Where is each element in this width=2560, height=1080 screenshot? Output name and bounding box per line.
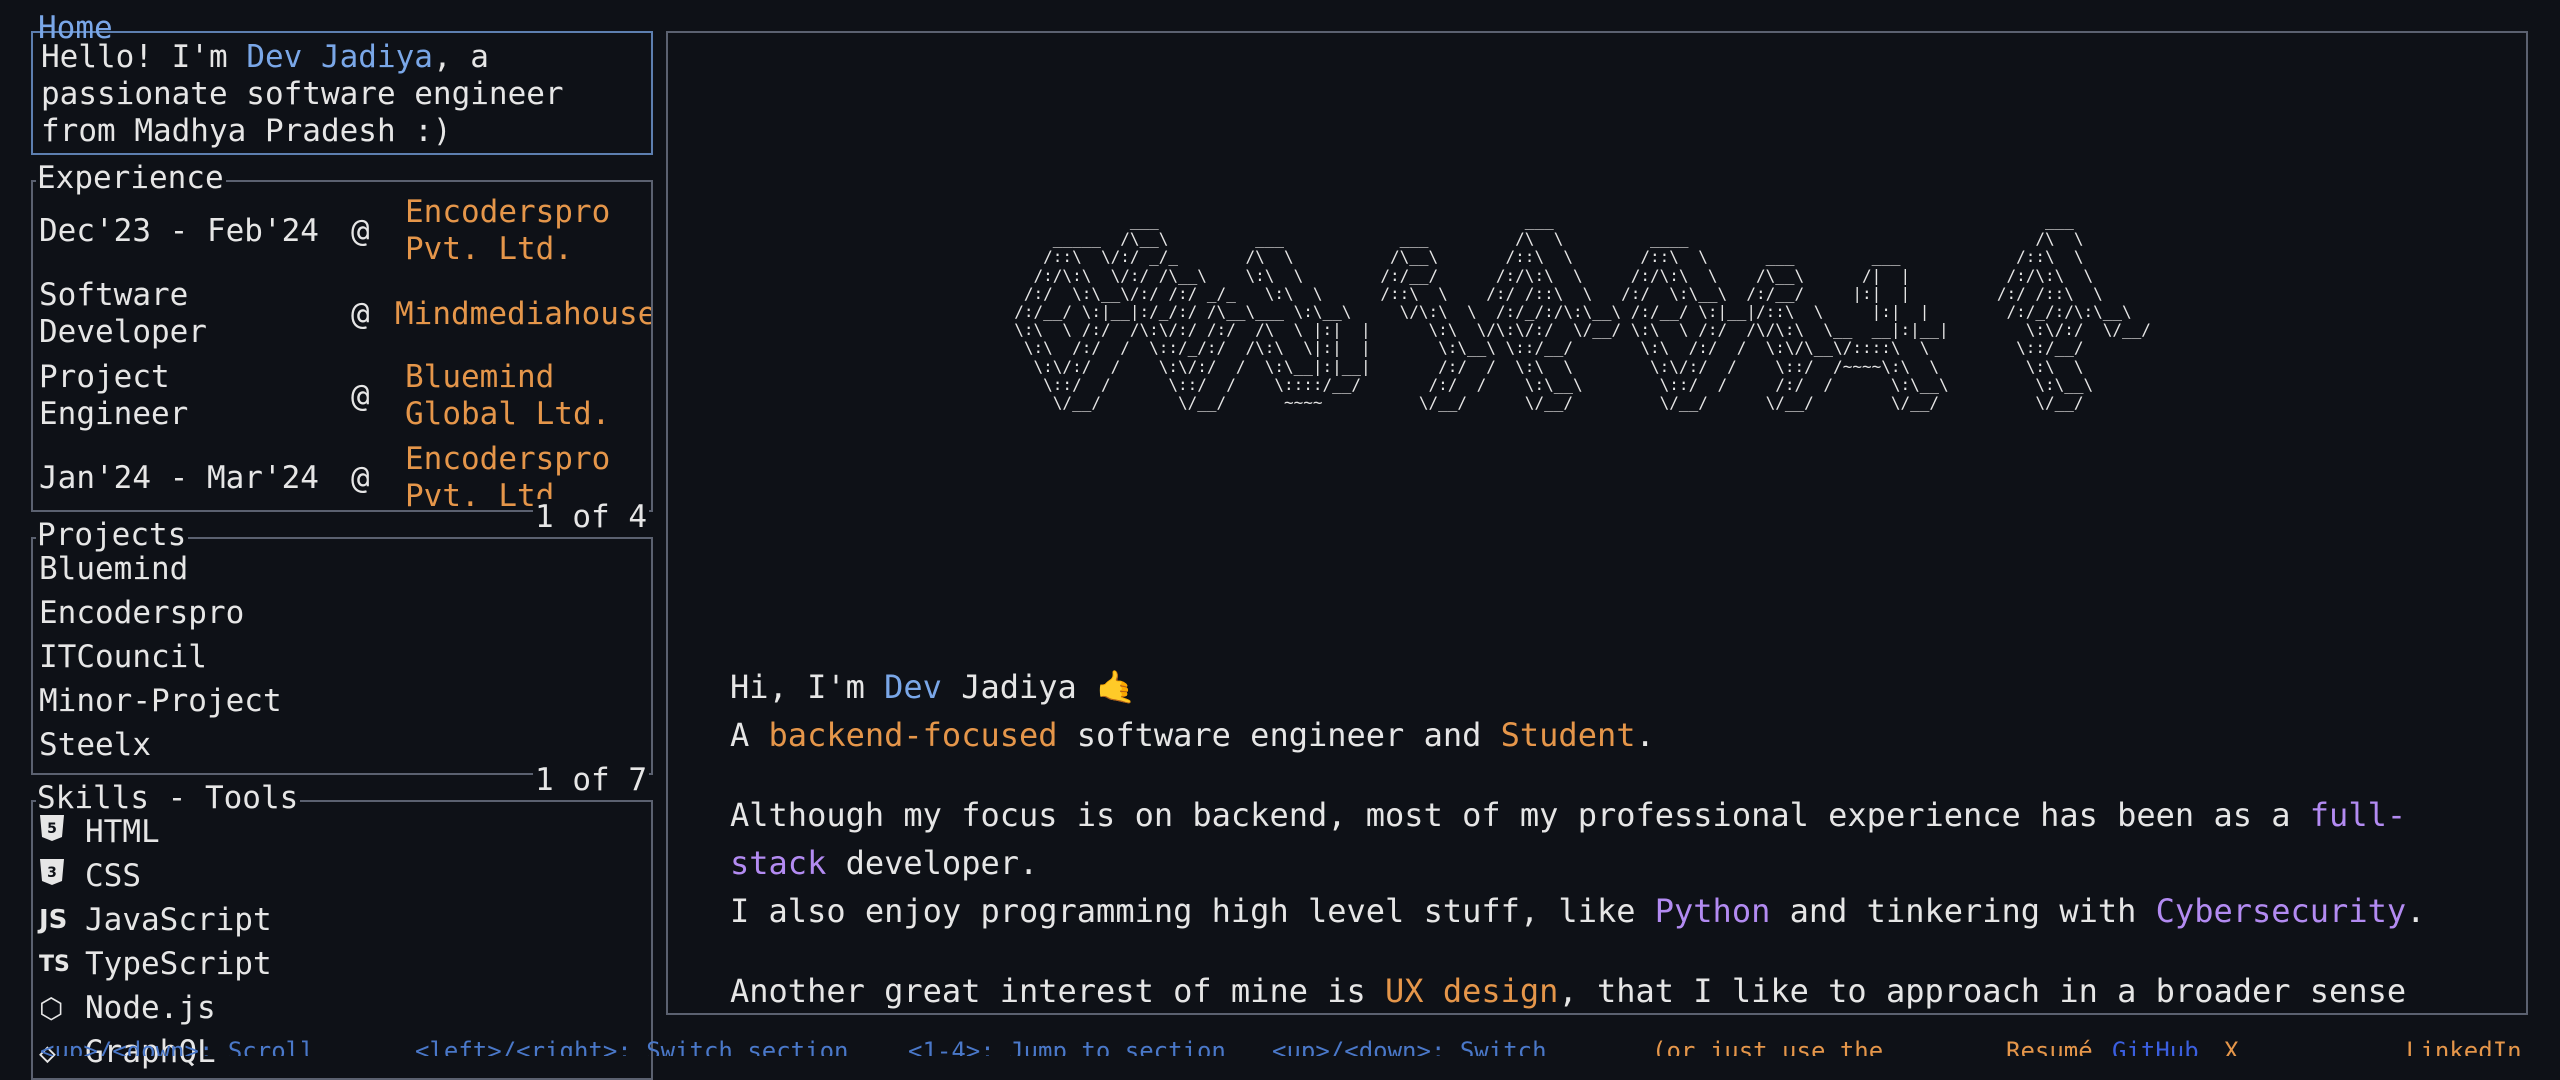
home-panel[interactable]: Home Hello! I'm Dev Jadiya, a passionate… bbox=[31, 10, 653, 155]
paragraph-text: Another great interest of mine is bbox=[730, 972, 1386, 1010]
full-stack-highlight: stack bbox=[730, 844, 827, 882]
experience-panel[interactable]: Experience Dec'23 - Feb'24 @ Encoderspro… bbox=[31, 160, 653, 536]
project-item-minor-project[interactable]: Minor-Project bbox=[39, 683, 282, 720]
ux-design-highlight: UX design bbox=[1385, 972, 1559, 1010]
paragraph-text: and tinkering with bbox=[1770, 892, 2156, 930]
role-line: A backend-focused software engineer and … bbox=[730, 711, 2490, 759]
hint-switch: <up>/<down>: Switch bbox=[1272, 1037, 1547, 1056]
resume-link[interactable]: Resumé bbox=[2006, 1036, 2093, 1056]
skill-label: HTML bbox=[85, 814, 160, 850]
experience-counter: 1 of 4 bbox=[533, 499, 649, 536]
intro-prefix: Hi, I'm bbox=[730, 668, 885, 706]
footer-hints: <up>/<down>: Scroll <left>/<right>: Swit… bbox=[0, 1036, 2560, 1056]
x-link[interactable]: X bbox=[2224, 1036, 2238, 1056]
role-text: . bbox=[1635, 716, 1655, 754]
paragraph-text: I also enjoy programming high level stuf… bbox=[730, 892, 1655, 930]
greeting-line3: from Madhya Pradesh :) bbox=[41, 113, 452, 149]
skill-label: Node.js bbox=[85, 990, 216, 1026]
hint-scroll: <up>/<down>: Scroll bbox=[40, 1037, 315, 1056]
skill-label: TypeScript bbox=[85, 946, 272, 982]
role-text: A bbox=[730, 716, 769, 754]
greeting-suffix: , a bbox=[432, 39, 489, 75]
paragraph-interests: I also enjoy programming high level stuf… bbox=[730, 887, 2490, 935]
javascript-icon: JS bbox=[39, 905, 68, 935]
at-sign: @ bbox=[351, 295, 370, 332]
role-text: software engineer and bbox=[1057, 716, 1501, 754]
call-me-hand-icon: 🤙 bbox=[1096, 668, 1136, 706]
greeting-line2: passionate software engineer bbox=[41, 76, 564, 112]
projects-panel[interactable]: Projects Bluemind Encoderspro ITCouncil … bbox=[31, 517, 653, 799]
python-highlight: Python bbox=[1654, 892, 1771, 930]
nodejs-icon: ⬡ bbox=[39, 992, 64, 1025]
experience-date: Dec'23 - Feb'24 bbox=[39, 212, 319, 249]
at-sign: @ bbox=[351, 459, 370, 496]
backend-focused-highlight: backend-focused bbox=[768, 716, 1058, 754]
skill-item: JS JavaScript bbox=[39, 902, 272, 939]
hint-jump-section: <1-4>: Jump to section bbox=[908, 1037, 1226, 1056]
typescript-icon: TS bbox=[39, 952, 70, 977]
skill-item: ⬡ Node.js bbox=[39, 990, 216, 1027]
paragraph-text: developer. bbox=[826, 844, 1039, 882]
github-link[interactable]: GitHub bbox=[2112, 1036, 2199, 1056]
skill-item: 3 CSS bbox=[39, 858, 141, 898]
experience-item[interactable]: Project Engineer @ Bluemind Global Ltd. bbox=[39, 359, 651, 433]
skills-title: Skills - Tools bbox=[36, 780, 301, 817]
paragraph-text: . bbox=[2406, 892, 2426, 930]
svg-text:5: 5 bbox=[47, 821, 57, 837]
skill-item: 5 HTML bbox=[39, 814, 160, 854]
student-highlight: Student bbox=[1500, 716, 1636, 754]
experience-date: Jan'24 - Mar'24 bbox=[39, 459, 319, 496]
projects-title: Projects bbox=[36, 517, 189, 554]
intro-first-name: Dev bbox=[884, 668, 942, 706]
linkedin-link[interactable]: LinkedIn bbox=[2406, 1036, 2522, 1056]
experience-company: Mindmediahouse bbox=[395, 295, 651, 332]
cybersecurity-highlight: Cybersecurity bbox=[2155, 892, 2407, 930]
experience-item[interactable]: Software Developer @ Mindmediahouse bbox=[39, 277, 651, 351]
at-sign: @ bbox=[351, 212, 370, 249]
project-item-itcouncil[interactable]: ITCouncil bbox=[39, 639, 207, 676]
ascii-art-banner: ___ ___ ___ _____ /\__\ ___ ___ /\ \ ___… bbox=[1014, 211, 2151, 413]
intro-last-name: Jadiya bbox=[941, 668, 1077, 706]
skill-label: JavaScript bbox=[85, 902, 272, 938]
skill-label: CSS bbox=[85, 858, 141, 894]
project-item-encoderspro[interactable]: Encoderspro bbox=[39, 595, 244, 632]
experience-role: Project Engineer bbox=[39, 359, 189, 432]
paragraph-focus-cont: stack developer. bbox=[730, 839, 2490, 887]
html5-icon: 5 bbox=[39, 814, 79, 854]
paragraph-ux: Another great interest of mine is UX des… bbox=[730, 967, 2490, 1015]
project-item-bluemind[interactable]: Bluemind bbox=[39, 551, 188, 588]
hint-switch-section: <left>/<right>: Switch section bbox=[415, 1037, 849, 1056]
projects-counter: 1 of 7 bbox=[533, 762, 649, 799]
paragraph-text: , that I like to approach in a broader s… bbox=[1558, 972, 2407, 1010]
greeting-prefix: Hello! I'm bbox=[41, 39, 247, 75]
skill-item: TS TypeScript bbox=[39, 946, 272, 983]
paragraph-text: Although my focus is on backend, most of… bbox=[730, 796, 2310, 834]
hint-mouse: (or just use the bbox=[1652, 1037, 1884, 1056]
svg-text:3: 3 bbox=[47, 865, 57, 881]
intro-line: Hi, I'm Dev Jadiya 🤙 bbox=[730, 663, 2490, 711]
css3-icon: 3 bbox=[39, 858, 79, 898]
experience-company: Encoderspro Pvt. Ltd. bbox=[405, 194, 611, 267]
paragraph-focus: Although my focus is on backend, most of… bbox=[730, 791, 2490, 839]
experience-company: Bluemind Global Ltd. bbox=[405, 359, 611, 432]
author-name: Dev Jadiya bbox=[246, 39, 433, 75]
full-stack-highlight: full- bbox=[2309, 796, 2407, 834]
project-item-steelx[interactable]: Steelx bbox=[39, 727, 151, 764]
experience-role: Software Developer bbox=[39, 277, 207, 350]
experience-item[interactable]: Dec'23 - Feb'24 @ Encoderspro Pvt. Ltd. bbox=[39, 194, 651, 268]
home-greeting: Hello! I'm Dev Jadiya, a passionate soft… bbox=[41, 39, 564, 150]
at-sign: @ bbox=[351, 377, 370, 414]
